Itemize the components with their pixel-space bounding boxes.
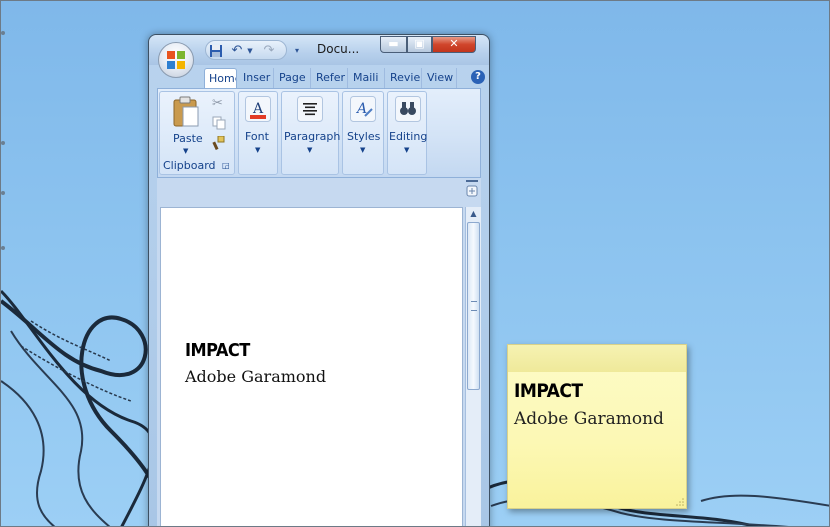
styles-label: Styles xyxy=(347,130,381,143)
ruler-toggle-icon[interactable] xyxy=(466,180,478,200)
font-label: Font xyxy=(245,130,269,143)
editing-label: Editing xyxy=(389,130,428,143)
paste-label: Paste xyxy=(173,132,203,145)
chevron-down-icon: ▼ xyxy=(255,146,261,154)
desktop: ↶ ▼ ↷ ▾ Docu... ▬ ▣ ✕ Home xyxy=(0,0,830,527)
note-text-impact[interactable]: IMPACT xyxy=(514,380,583,402)
styles-icon: A xyxy=(350,96,376,122)
chevron-down-icon: ▼ xyxy=(404,146,410,154)
paste-button[interactable]: Paste ▼ xyxy=(163,94,207,156)
maximize-icon: ▣ xyxy=(414,37,425,50)
minimize-icon: ▬ xyxy=(388,37,399,50)
document-area: IMPACT Adobe Garamond ▲ xyxy=(157,178,481,526)
ribbon: Paste ▼ ✂ Clipboard ◲ A Font ▼ Paragraph… xyxy=(157,88,481,178)
desktop-dot xyxy=(1,31,5,35)
editing-group[interactable]: Editing ▼ xyxy=(387,91,427,175)
tab-review[interactable]: Revie xyxy=(386,68,422,88)
office-button[interactable] xyxy=(158,42,194,78)
customize-qat-icon[interactable]: ▾ xyxy=(292,42,302,60)
vertical-scrollbar[interactable]: ▲ xyxy=(465,207,481,526)
tab-references[interactable]: Refer xyxy=(312,68,348,88)
dialog-launcher-icon[interactable]: ◲ xyxy=(222,161,230,170)
chevron-down-icon[interactable]: ▼ xyxy=(246,42,254,60)
copy-icon[interactable] xyxy=(212,116,226,130)
cut-icon[interactable]: ✂ xyxy=(212,96,223,111)
document-text-impact[interactable]: IMPACT xyxy=(185,340,250,361)
help-icon[interactable]: ? xyxy=(471,70,485,84)
scroll-up-icon[interactable]: ▲ xyxy=(467,207,480,221)
font-group[interactable]: A Font ▼ xyxy=(238,91,278,175)
styles-group[interactable]: A Styles ▼ xyxy=(342,91,384,175)
word-window[interactable]: ↶ ▼ ↷ ▾ Docu... ▬ ▣ ✕ Home xyxy=(148,34,490,526)
tab-mailings[interactable]: Maili xyxy=(349,68,385,88)
paragraph-label: Paragraph xyxy=(284,130,341,143)
undo-icon[interactable]: ↶ xyxy=(228,42,246,60)
close-icon: ✕ xyxy=(449,37,459,50)
note-text-garamond[interactable]: Adobe Garamond xyxy=(514,409,664,429)
close-button[interactable]: ✕ xyxy=(432,36,476,53)
align-icon xyxy=(297,96,323,122)
scroll-thumb[interactable] xyxy=(467,222,480,390)
desktop-dot xyxy=(1,141,5,145)
tab-page-layout[interactable]: Page xyxy=(275,68,311,88)
tab-insert[interactable]: Inser xyxy=(239,68,274,88)
office-logo-icon xyxy=(167,51,185,69)
chevron-down-icon: ▼ xyxy=(307,146,313,154)
chevron-down-icon: ▼ xyxy=(360,146,366,154)
document-page[interactable]: IMPACT Adobe Garamond xyxy=(160,207,463,526)
ribbon-tabs: Home Inser Page Refer Maili Revie View xyxy=(149,68,489,88)
desktop-dot xyxy=(1,191,5,195)
redo-icon[interactable]: ↷ xyxy=(260,42,278,60)
tab-home[interactable]: Home xyxy=(204,68,237,88)
find-icon xyxy=(395,96,421,122)
resize-grip-icon[interactable] xyxy=(676,498,684,506)
save-icon[interactable] xyxy=(207,42,225,60)
paste-icon xyxy=(173,96,199,127)
format-painter-icon[interactable] xyxy=(212,136,226,150)
sticky-note[interactable]: IMPACT Adobe Garamond xyxy=(507,344,687,509)
paragraph-group[interactable]: Paragraph ▼ xyxy=(281,91,341,175)
font-color-icon: A xyxy=(245,96,271,122)
sticky-note-header[interactable] xyxy=(508,345,686,372)
document-text-garamond[interactable]: Adobe Garamond xyxy=(185,367,326,386)
window-title: Docu... xyxy=(317,42,360,56)
desktop-dot xyxy=(1,246,5,250)
tab-view[interactable]: View xyxy=(423,68,457,88)
clipboard-group-label: Clipboard xyxy=(163,159,216,172)
svg-text:A: A xyxy=(252,101,264,117)
chevron-down-icon: ▼ xyxy=(183,147,189,155)
maximize-button[interactable]: ▣ xyxy=(407,36,432,53)
clipboard-group: Paste ▼ ✂ Clipboard ◲ xyxy=(159,91,235,175)
title-bar[interactable]: ↶ ▼ ↷ ▾ Docu... ▬ ▣ ✕ xyxy=(149,35,489,65)
grip-icon xyxy=(471,301,477,311)
minimize-button[interactable]: ▬ xyxy=(380,36,407,53)
